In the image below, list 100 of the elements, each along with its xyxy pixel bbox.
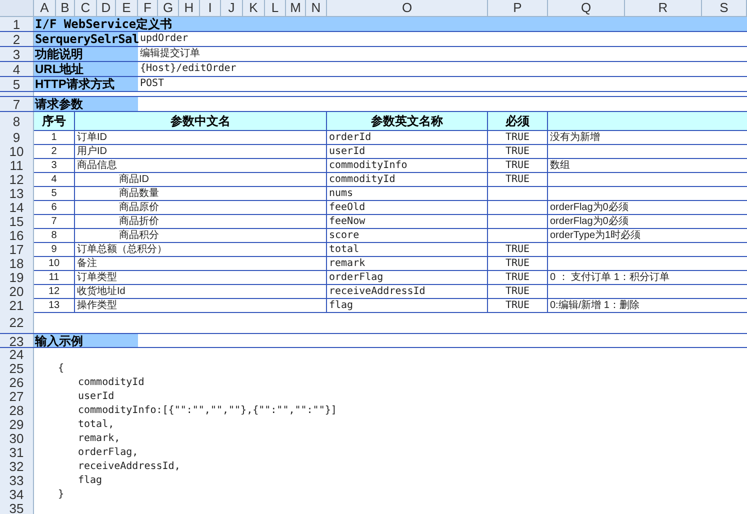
table-cell: 备注: [75, 257, 327, 271]
table-cell: TRUE: [488, 299, 548, 313]
column-heading: 参数英文名称: [327, 112, 488, 131]
row-header[interactable]: 9: [0, 131, 34, 145]
row-header[interactable]: 1: [0, 17, 34, 31]
row-header[interactable]: 15: [0, 215, 34, 229]
column-header[interactable]: H: [179, 0, 200, 17]
table-cell: 用户ID: [75, 145, 327, 159]
row-header[interactable]: 16: [0, 229, 34, 243]
code-line: commodityId: [77, 376, 144, 390]
table-cell: 商品积分: [75, 229, 327, 243]
field-label: 功能说明: [34, 47, 138, 61]
column-header[interactable]: S: [702, 0, 747, 17]
row-header[interactable]: 31: [0, 446, 34, 460]
column-header[interactable]: P: [488, 0, 548, 17]
row-header[interactable]: 30: [0, 432, 34, 446]
code-line: remark,: [77, 432, 120, 446]
row-header[interactable]: 26: [0, 376, 34, 390]
row-header[interactable]: 10: [0, 145, 34, 159]
row-header[interactable]: 27: [0, 390, 34, 404]
row-header[interactable]: 17: [0, 243, 34, 257]
column-header[interactable]: R: [625, 0, 702, 17]
sheet-title: I/F WebService定义书: [34, 17, 747, 31]
empty-cell: [488, 201, 548, 215]
column-header[interactable]: L: [265, 0, 286, 17]
row-header[interactable]: 24: [0, 348, 34, 362]
row-header[interactable]: 3: [0, 47, 34, 61]
note-cell: 数组: [548, 159, 747, 173]
index-cell: 8: [34, 229, 75, 243]
row-header[interactable]: 5: [0, 77, 34, 91]
row-header[interactable]: 8: [0, 112, 34, 131]
field-value: updOrder: [139, 32, 190, 46]
row-header[interactable]: 25: [0, 362, 34, 376]
column-header[interactable]: J: [221, 0, 243, 17]
row-header[interactable]: 4: [0, 62, 34, 76]
note-cell: orderFlag为0必须: [548, 215, 747, 229]
row-header[interactable]: 32: [0, 460, 34, 474]
table-cell: nums: [327, 187, 488, 201]
column-header[interactable]: B: [56, 0, 75, 17]
column-header[interactable]: Q: [548, 0, 625, 17]
section-label: 输入示例: [34, 334, 138, 347]
column-heading: 参数中文名: [75, 112, 327, 131]
note-cell: 0 ： 支付订单 1：积分订单: [548, 271, 747, 285]
table-cell: TRUE: [488, 173, 548, 187]
code-line: userId: [77, 390, 114, 404]
column-header[interactable]: K: [243, 0, 265, 17]
row-header[interactable]: 35: [0, 502, 34, 514]
field-label: URL地址: [34, 62, 138, 76]
column-header[interactable]: F: [138, 0, 158, 17]
row-header[interactable]: 23: [0, 334, 34, 347]
row-header[interactable]: 19: [0, 271, 34, 285]
column-header[interactable]: N: [306, 0, 327, 17]
table-cell: 商品原价: [75, 201, 327, 215]
index-cell: 2: [34, 145, 75, 159]
table-cell: score: [327, 229, 488, 243]
column-header[interactable]: C: [75, 0, 97, 17]
table-cell: feeNow: [327, 215, 488, 229]
row-header[interactable]: 14: [0, 201, 34, 215]
code-line: }: [57, 488, 64, 502]
column-header[interactable]: M: [286, 0, 306, 17]
table-cell: total: [327, 243, 488, 257]
row-header[interactable]: 12: [0, 173, 34, 187]
field-value: {Host}/editOrder: [139, 62, 238, 76]
empty-cell: [488, 215, 548, 229]
column-header[interactable]: A: [34, 0, 56, 17]
index-cell: 10: [34, 257, 75, 271]
column-header[interactable]: D: [97, 0, 116, 17]
column-header[interactable]: E: [116, 0, 138, 17]
row-header[interactable]: 18: [0, 257, 34, 271]
table-cell: 商品信息: [75, 159, 327, 173]
row-header[interactable]: 22: [0, 313, 34, 333]
column-header[interactable]: G: [158, 0, 179, 17]
row-header[interactable]: 2: [0, 32, 34, 46]
row-header[interactable]: 29: [0, 418, 34, 432]
table-cell: TRUE: [488, 243, 548, 257]
row-header[interactable]: 13: [0, 187, 34, 201]
note-cell: 0:编辑/新增 1：删除: [548, 299, 747, 313]
table-cell: TRUE: [488, 285, 548, 299]
select-all-corner[interactable]: [0, 0, 34, 17]
empty-cell: [488, 229, 548, 243]
table-cell: TRUE: [488, 257, 548, 271]
column-header[interactable]: I: [200, 0, 221, 17]
table-cell: 商品数量: [75, 187, 327, 201]
table-cell: feeOld: [327, 201, 488, 215]
index-cell: 3: [34, 159, 75, 173]
column-header[interactable]: O: [327, 0, 488, 17]
row-header[interactable]: 21: [0, 299, 34, 313]
code-line: {: [57, 362, 64, 376]
field-value: POST: [139, 77, 166, 91]
row-header[interactable]: 11: [0, 159, 34, 173]
section-label: 请求参数: [34, 97, 138, 111]
row-header[interactable]: 33: [0, 474, 34, 488]
note-cell: orderFlag为0必须: [548, 201, 747, 215]
table-cell: receiveAddressId: [327, 285, 488, 299]
code-line: flag: [77, 474, 102, 488]
row-header[interactable]: 20: [0, 285, 34, 299]
row-header[interactable]: 28: [0, 404, 34, 418]
row-header[interactable]: 7: [0, 97, 34, 111]
table-cell: 订单ID: [75, 131, 327, 145]
row-header[interactable]: 34: [0, 488, 34, 502]
